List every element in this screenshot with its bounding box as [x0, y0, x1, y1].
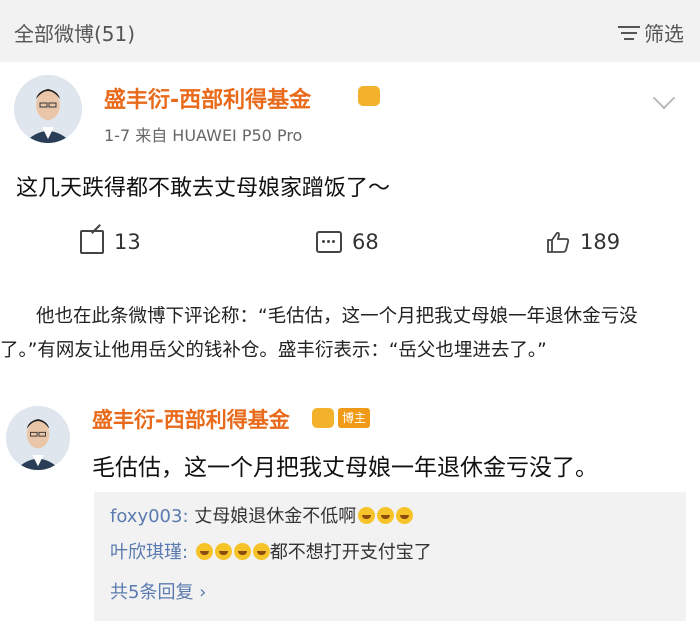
filter-icon: [618, 23, 640, 43]
top-bar: 全部微博(51) 筛选: [0, 0, 700, 62]
share-icon: [80, 230, 104, 254]
reply-item[interactable]: foxy003: 丈母娘退休金不低啊: [110, 502, 414, 528]
comment-text: 毛估估，这一个月把我丈母娘一年退休金亏没了。: [92, 455, 598, 481]
filter-button[interactable]: 筛选: [618, 18, 684, 47]
verified-badge-icon: [312, 408, 334, 428]
comment-card: 盛丰衍-西部利得基金 博主 毛估估，这一个月把我丈母娘一年退休金亏没了。 fox…: [0, 382, 700, 621]
share-button[interactable]: 13: [80, 230, 141, 254]
like-count: 189: [580, 230, 621, 254]
laugh-emoji-icon: [358, 507, 376, 524]
post-meta: 1-7 来自 HUAWEI P50 Pro: [104, 126, 303, 145]
laugh-emoji-icon: [195, 543, 213, 560]
comment-button[interactable]: 68: [316, 230, 379, 254]
laugh-emoji-icon: [214, 543, 232, 560]
article-line-2: 了。”有网友让他用岳父的钱补仓。盛丰衍表示：“岳父也埋进去了。”: [0, 340, 547, 361]
article-line-1: 他也在此条微博下评论称：“毛估估，这一个月把我丈母娘一年退休金亏没: [36, 306, 638, 327]
filter-label: 筛选: [644, 22, 684, 46]
post-actions: 13 68 189: [0, 222, 700, 266]
thumbs-up-icon: [546, 231, 570, 253]
reply-text: 丈母娘退休金不低啊: [194, 506, 357, 527]
reply-user[interactable]: 叶欣琪瑾:: [110, 542, 188, 563]
weibo-post-card: 盛丰衍-西部利得基金 1-7 来自 HUAWEI P50 Pro 这几天跌得都不…: [0, 62, 700, 274]
like-button[interactable]: 189: [546, 230, 620, 254]
chevron-down-icon[interactable]: [652, 86, 676, 110]
avatar[interactable]: [14, 75, 82, 143]
share-count: 13: [114, 230, 141, 254]
laugh-emoji-icon: [233, 543, 251, 560]
verified-badge-icon: [358, 86, 380, 106]
author-name[interactable]: 盛丰衍-西部利得基金: [104, 82, 311, 114]
reply-user[interactable]: foxy003:: [110, 506, 189, 527]
post-text: 这几天跌得都不敢去丈母娘家蹭饭了～: [16, 176, 391, 201]
laugh-emoji-icon: [252, 543, 270, 560]
all-weibo-count: 全部微博(51): [14, 22, 136, 46]
author-tag-badge: 博主: [338, 408, 371, 428]
comment-count: 68: [352, 230, 379, 254]
reply-text: 都不想打开支付宝了: [269, 542, 432, 563]
comment-icon: [316, 231, 342, 253]
comment-author-name[interactable]: 盛丰衍-西部利得基金: [92, 404, 290, 434]
avatar[interactable]: [6, 406, 70, 470]
laugh-emoji-icon: [396, 507, 414, 524]
laugh-emoji-icon: [377, 507, 395, 524]
reply-item[interactable]: 叶欣琪瑾: 都不想打开支付宝了: [110, 538, 432, 564]
view-all-replies-link[interactable]: 共5条回复 ›: [110, 578, 206, 604]
reply-list: foxy003: 丈母娘退休金不低啊 叶欣琪瑾: 都不想打开支付宝了 共5条回复…: [94, 492, 686, 621]
